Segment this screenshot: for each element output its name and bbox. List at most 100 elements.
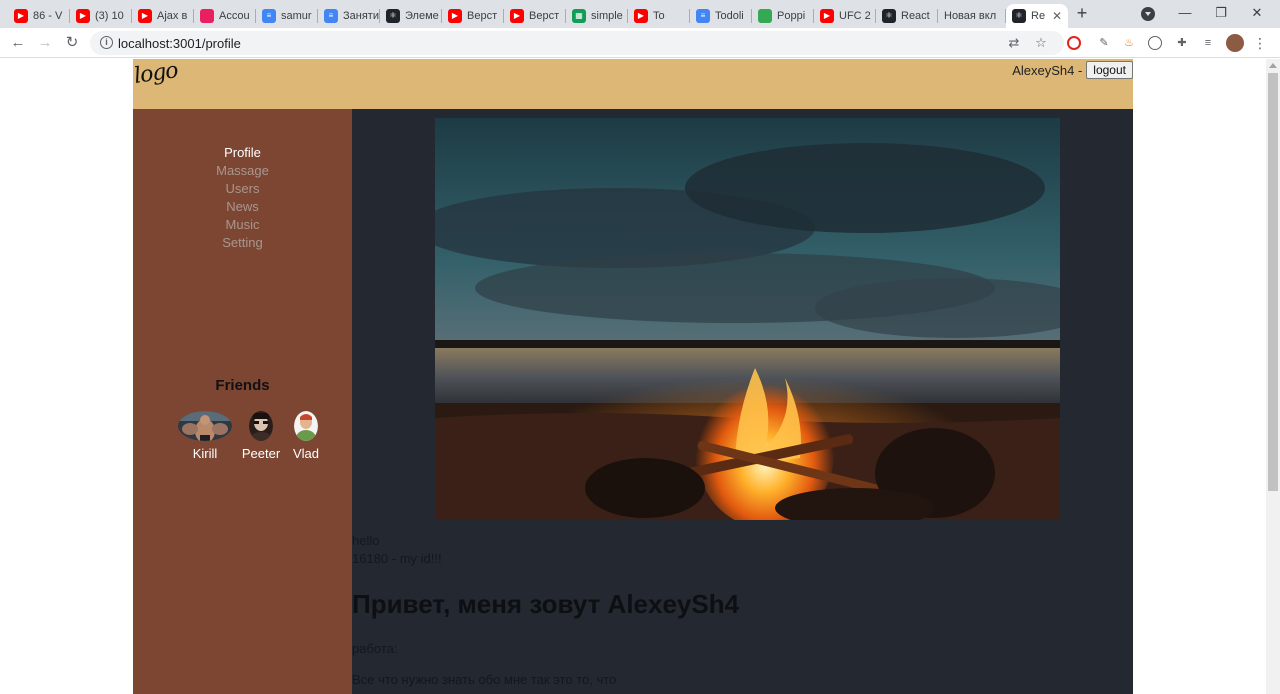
browser-tab[interactable]: ⚛ React [876, 4, 938, 28]
docs-icon: ≡ [324, 9, 338, 23]
page-scrollbar[interactable] [1266, 59, 1280, 694]
scroll-up-icon[interactable] [1269, 63, 1277, 68]
bookmark-star-icon[interactable]: ☆ [1033, 35, 1049, 51]
sidebar-item-news[interactable]: News [133, 198, 352, 216]
profile-about: Все что нужно знать обо мне так это то, … [352, 672, 617, 687]
sidebar-item-setting[interactable]: Setting [133, 234, 352, 252]
app-header: logo AlexeySh4 - logout [132, 59, 1133, 109]
browser-tab-label: UFC 2 [839, 10, 871, 22]
site-info-icon[interactable]: i [100, 36, 113, 49]
tab-search-icon[interactable] [1141, 7, 1155, 21]
browser-tab[interactable]: Accou [194, 4, 256, 28]
youtube-icon: ▶ [634, 9, 648, 23]
opera-extension-icon[interactable] [1067, 36, 1081, 50]
sidebar-item-profile[interactable]: Profile [133, 144, 352, 162]
eyedropper-extension-icon[interactable]: ✎ [1096, 35, 1112, 51]
youtube-icon: ▶ [14, 9, 28, 23]
browser-tab[interactable]: ≡ samur [256, 4, 318, 28]
docs-icon: ≡ [696, 9, 710, 23]
friend-item-peeter[interactable]: Peeter [240, 411, 282, 461]
browser-tab-label: Верст [529, 10, 560, 22]
browser-tab[interactable]: ▶ To [628, 4, 690, 28]
profile-heading: Привет, меня зовут AlexeySh4 [352, 589, 740, 619]
browser-tab-label: Элеме [405, 10, 439, 22]
youtube-icon: ▶ [510, 9, 524, 23]
browser-tab-label: Ajax в [157, 10, 188, 22]
friends-block: Friends Kirill Peeter Vlad [133, 377, 352, 461]
browser-tab[interactable]: ▶ UFC 2 [814, 4, 876, 28]
sidebar-item-massage[interactable]: Massage [133, 162, 352, 180]
circle-extension-icon[interactable] [1148, 36, 1162, 50]
browser-tab-label: Верст [467, 10, 498, 22]
fire-extension-icon[interactable]: ♨ [1121, 35, 1137, 51]
browser-tab[interactable]: ▶ (3) 10 [70, 4, 132, 28]
browser-tab[interactable]: ▶ Верст [504, 4, 566, 28]
tab-strip: ▶ 86 - V ▶ (3) 10 ▶ Ajax в Accou ≡ samur ≡ Заняти ⚛… [0, 0, 1280, 28]
friend-avatar-kirill[interactable] [178, 411, 232, 441]
menu-kebab-icon[interactable]: ⋮ [1252, 35, 1268, 51]
browser-tab[interactable]: ⚛ Элеме [380, 4, 442, 28]
extensions-puzzle-icon[interactable]: ✚ [1174, 35, 1190, 51]
youtube-icon: ▶ [138, 9, 152, 23]
reload-icon[interactable]: ↻ [62, 33, 82, 53]
browser-tab-label: simple [591, 10, 623, 22]
browser-tab-label: samur [281, 10, 312, 22]
logo[interactable]: logo [132, 59, 179, 89]
browser-tab-label: (3) 10 [95, 10, 124, 22]
youtube-icon: ▶ [448, 9, 462, 23]
login-name: AlexeySh4 - [1012, 62, 1083, 78]
friend-avatar-peeter[interactable] [249, 411, 273, 441]
profile-status[interactable]: hello [352, 533, 379, 548]
browser-tab-label: Todoli [715, 10, 744, 22]
browser-toolbar: ← → ↻ i localhost:3001/profile ⇄ ☆ ✎ ♨ ✚… [0, 28, 1280, 58]
forward-icon[interactable]: → [35, 33, 55, 53]
friend-name[interactable]: Vlad [291, 446, 321, 461]
poppins-icon [758, 9, 772, 23]
back-icon[interactable]: ← [8, 33, 28, 53]
login-block: AlexeySh4 - logout [1012, 61, 1133, 79]
browser-tab[interactable]: ▶ Ajax в [132, 4, 194, 28]
sidebar-item-music[interactable]: Music [133, 216, 352, 234]
profile-content: hello 16180 - my id!!! Привет, меня зову… [352, 109, 1133, 694]
pink-circle-icon [200, 9, 214, 23]
browser-tab[interactable]: ≡ Todoli [690, 4, 752, 28]
browser-tab[interactable]: Poppi [752, 4, 814, 28]
new-tab-button[interactable]: + [1072, 4, 1092, 24]
friend-name[interactable]: Peeter [240, 446, 282, 461]
restore-icon[interactable]: ❐ [1206, 4, 1236, 24]
browser-tab-label: Accou [219, 10, 250, 22]
page-viewport: logo AlexeySh4 - logout Profile Massage Us… [0, 59, 1266, 694]
address-bar[interactable]: i localhost:3001/profile ⇄ ☆ [90, 31, 1064, 55]
scroll-thumb[interactable] [1268, 73, 1278, 491]
user-avatar-icon[interactable] [1226, 34, 1244, 52]
translate-icon[interactable]: ⇄ [1006, 35, 1022, 51]
browser-tab-label: Заняти [343, 10, 379, 22]
youtube-icon: ▶ [820, 9, 834, 23]
profile-job: работа: [352, 641, 398, 656]
close-tab-icon[interactable]: ✕ [1052, 9, 1062, 23]
sidebar-nav: Profile Massage Users News Music Setting [133, 144, 352, 252]
browser-tab-label: React [901, 10, 930, 22]
profile-id: 16180 - my id!!! [352, 551, 442, 566]
browser-tab-label: Poppi [777, 10, 806, 22]
browser-tab[interactable]: ≡ Заняти [318, 4, 380, 28]
friend-avatar-vlad[interactable] [294, 411, 318, 441]
browser-tab[interactable]: ▦ simple [566, 4, 628, 28]
friend-item-kirill[interactable]: Kirill [178, 411, 232, 461]
sidebar-item-users[interactable]: Users [133, 180, 352, 198]
browser-tab[interactable]: ▶ 86 - V [8, 4, 70, 28]
url-text[interactable]: localhost:3001/profile [118, 36, 241, 51]
browser-tab-label: To [653, 10, 665, 22]
logout-button[interactable]: logout [1086, 61, 1133, 79]
reading-list-icon[interactable]: ≡ [1200, 35, 1216, 51]
browser-tab[interactable]: Новая вкл [938, 4, 1006, 28]
friends-title: Friends [215, 377, 270, 394]
friend-name[interactable]: Kirill [178, 446, 232, 461]
minimize-icon[interactable]: — [1170, 4, 1200, 24]
browser-tab[interactable]: ⚛ Re ✕ [1006, 4, 1068, 28]
sidebar: Profile Massage Users News Music Setting Frie… [133, 109, 352, 694]
react-icon: ⚛ [882, 9, 896, 23]
close-window-icon[interactable]: ✕ [1242, 4, 1272, 24]
browser-tab[interactable]: ▶ Верст [442, 4, 504, 28]
friend-item-vlad[interactable]: Vlad [291, 411, 321, 461]
